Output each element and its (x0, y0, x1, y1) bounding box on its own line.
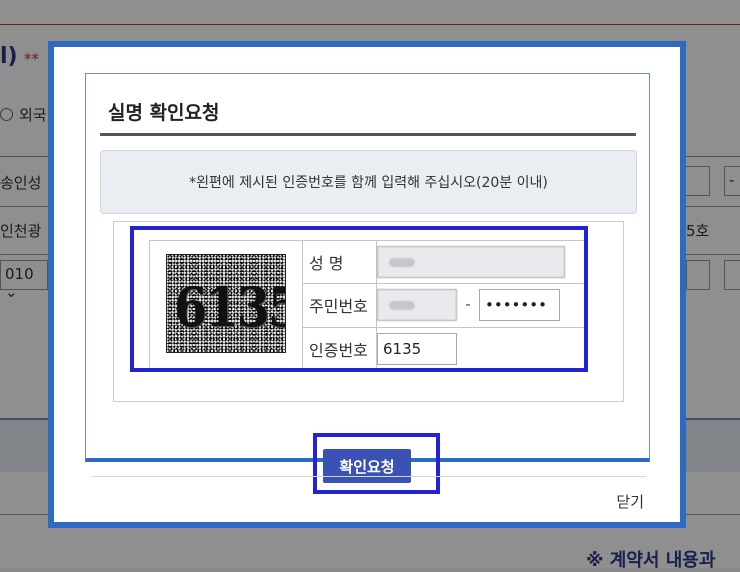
form-highlight-box (130, 226, 588, 372)
instruction-notice: *왼편에 제시된 인증번호를 함께 입력해 주십시오(20분 이내) (100, 150, 637, 214)
title-divider (100, 133, 636, 136)
close-link[interactable]: 닫기 (616, 491, 644, 512)
button-highlight-box (313, 433, 440, 494)
identity-verification-modal: 실명 확인요청 *왼편에 제시된 인증번호를 함께 입력해 주십시오(20분 이… (48, 41, 686, 528)
modal-title: 실명 확인요청 (108, 102, 220, 124)
footer-divider (91, 476, 646, 477)
modal-content: 실명 확인요청 *왼편에 제시된 인증번호를 함께 입력해 주십시오(20분 이… (85, 73, 650, 494)
